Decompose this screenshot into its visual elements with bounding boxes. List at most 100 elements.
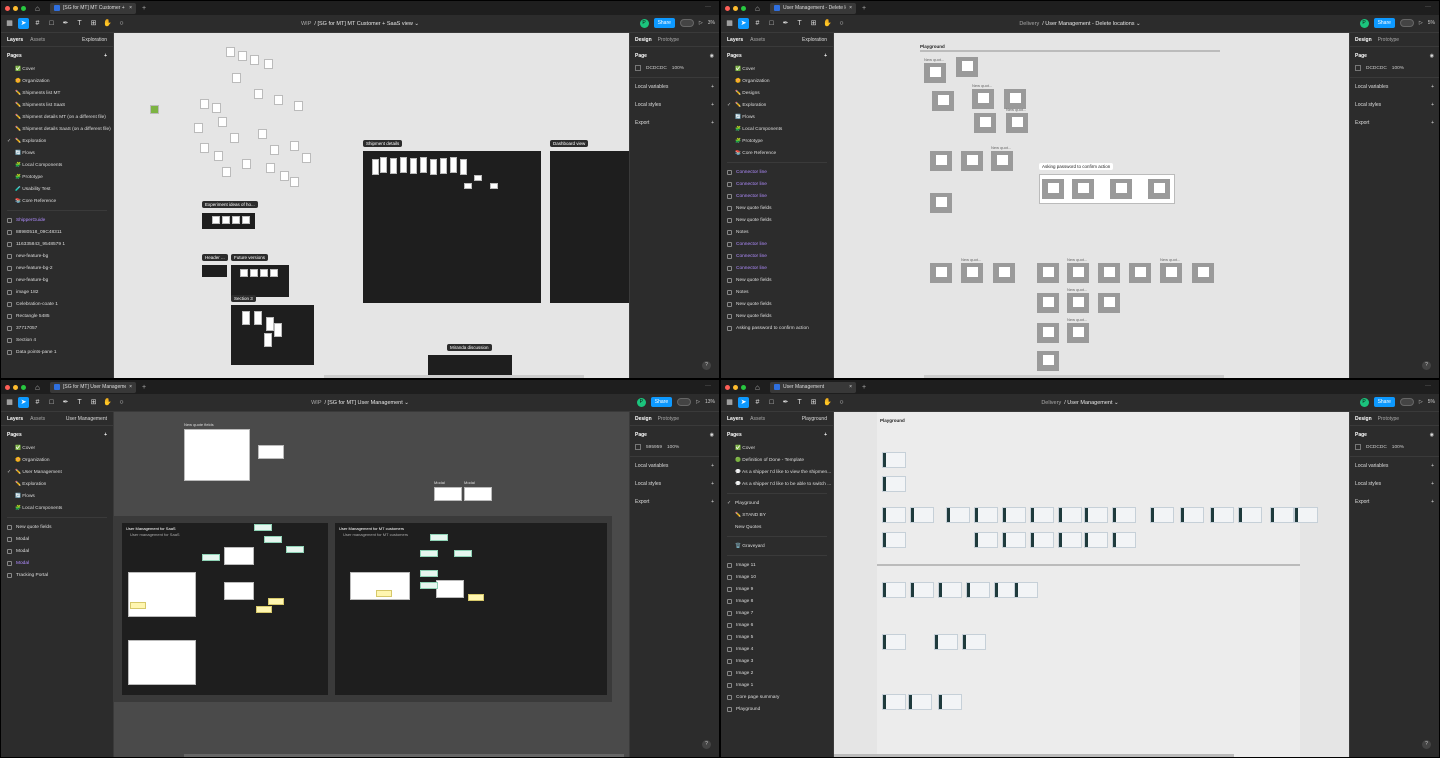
more-icon[interactable]: ··· — [1425, 4, 1431, 10]
move-tool-icon[interactable]: ➤ — [738, 18, 749, 29]
close-tab-icon[interactable]: × — [849, 384, 852, 390]
mockup-thumbnail[interactable] — [266, 163, 275, 173]
frame-tool-icon[interactable]: # — [32, 397, 43, 408]
plus-icon[interactable]: + — [1431, 120, 1434, 126]
page-item[interactable]: 🗑️ Graveyard — [721, 540, 833, 552]
quote-card[interactable] — [1006, 113, 1028, 133]
page-opacity[interactable]: 100% — [1392, 445, 1404, 450]
mockup-thumbnail[interactable] — [372, 159, 379, 175]
quote-card[interactable] — [961, 263, 983, 283]
mockup-thumbnail[interactable] — [290, 177, 299, 187]
text-tool-icon[interactable]: T — [74, 397, 85, 408]
dev-mode-toggle[interactable] — [679, 19, 694, 27]
tab-prototype[interactable]: Prototype — [658, 416, 679, 422]
image-thumbnail[interactable] — [150, 105, 159, 114]
tab-design[interactable]: Design — [1355, 416, 1372, 422]
screen-mockup[interactable] — [128, 640, 196, 685]
mockup-thumbnail[interactable] — [450, 157, 457, 173]
canvas[interactable]: Shipment details Dashboard view Experiment… — [114, 33, 629, 378]
frame-subtitle[interactable]: User management for SaaS — [130, 532, 180, 537]
layer-item[interactable]: Image 2 — [721, 667, 833, 679]
layer-item[interactable]: new-feature-bg — [1, 274, 113, 286]
hand-tool-icon[interactable]: ✋ — [102, 397, 113, 408]
divider-line[interactable] — [920, 50, 1220, 52]
help-icon[interactable]: ? — [1422, 361, 1431, 370]
mockup-thumbnail[interactable] — [254, 311, 262, 325]
frame-label[interactable]: Asking password to confirm action — [1039, 163, 1114, 170]
minimize-window-button[interactable] — [733, 5, 738, 11]
current-page-dropdown[interactable]: Exploration — [802, 37, 827, 43]
page-item[interactable]: New Quotes — [721, 521, 833, 533]
layer-item[interactable]: Image 3 — [721, 655, 833, 667]
page-item[interactable]: 🧩 Local Components — [1, 159, 113, 171]
project-name[interactable]: WIP — [301, 21, 311, 27]
layer-item[interactable]: Section 4 — [1, 334, 113, 346]
share-button[interactable]: Share — [650, 397, 673, 407]
layer-item[interactable]: Image 4 — [721, 643, 833, 655]
page-item[interactable]: ✅ Cover — [721, 442, 833, 454]
move-tool-icon[interactable]: ➤ — [18, 397, 29, 408]
page-color-row[interactable]: DCDCDC 100% — [1350, 65, 1439, 77]
plus-icon[interactable]: + — [711, 481, 714, 487]
share-button[interactable]: Share — [1373, 18, 1395, 28]
frame-dashboard-view[interactable] — [550, 151, 629, 303]
screen-mockup[interactable] — [934, 634, 958, 650]
panel-section[interactable]: Local variables + — [1350, 457, 1439, 475]
page-item[interactable]: Playground — [721, 497, 833, 509]
screen-mockup[interactable] — [938, 582, 962, 598]
mockup-thumbnail[interactable] — [274, 95, 283, 105]
close-tab-icon[interactable]: × — [129, 384, 132, 390]
mockup-thumbnail[interactable] — [232, 73, 241, 83]
home-icon[interactable]: ⌂ — [755, 4, 764, 13]
layer-item[interactable]: Connector line — [721, 262, 833, 274]
mockup-thumbnail[interactable] — [214, 151, 223, 161]
plus-icon[interactable]: + — [1431, 481, 1434, 487]
card-label[interactable]: New quot... — [1067, 317, 1087, 322]
quote-card[interactable] — [930, 151, 952, 171]
mockup-thumbnail[interactable] — [302, 153, 311, 163]
layer-item[interactable]: Rectangle 5485 — [1, 310, 113, 322]
home-icon[interactable]: ⌂ — [35, 4, 44, 13]
hand-tool-icon[interactable]: ✋ — [102, 18, 113, 29]
file-title[interactable]: User Management — [1067, 400, 1112, 406]
color-swatch[interactable] — [635, 444, 641, 450]
screen-mockup[interactable] — [1030, 532, 1054, 548]
resources-icon[interactable]: ⊞ — [88, 18, 99, 29]
mockup-thumbnail[interactable] — [400, 157, 407, 173]
file-title[interactable]: [SG for MT] User Management — [328, 400, 403, 406]
color-swatch[interactable] — [1355, 65, 1361, 71]
page-item[interactable]: ✏️ Exploration — [1, 135, 113, 147]
mockup-thumbnail[interactable] — [218, 117, 227, 127]
add-page-icon[interactable]: + — [824, 53, 827, 59]
play-icon[interactable]: ▷ — [1419, 399, 1423, 405]
mockup-thumbnail[interactable] — [240, 269, 248, 277]
quote-card[interactable] — [1129, 263, 1151, 283]
screen-mockup[interactable] — [882, 582, 906, 598]
frame-tool-icon[interactable]: # — [752, 397, 763, 408]
tab-assets[interactable]: Assets — [30, 37, 45, 43]
mockup-thumbnail[interactable] — [290, 141, 299, 151]
layer-item[interactable]: Core page summary — [721, 691, 833, 703]
file-tab[interactable]: User Management - Delete locations× — [770, 2, 856, 14]
plus-icon[interactable]: + — [711, 499, 714, 505]
comment-tool-icon[interactable]: ○ — [116, 397, 127, 408]
layer-item[interactable]: Connector line — [721, 238, 833, 250]
panel-section[interactable]: Local variables + — [1350, 78, 1439, 96]
layer-item[interactable]: Modal — [1, 533, 113, 545]
file-title[interactable]: User Management - Delete locations — [1045, 21, 1134, 27]
layer-item[interactable]: Notes — [721, 226, 833, 238]
page-opacity[interactable]: 100% — [667, 445, 679, 450]
layer-item[interactable]: New quote fields — [721, 298, 833, 310]
layer-item[interactable]: Image 5 — [721, 631, 833, 643]
page-color[interactable]: 595959 — [646, 445, 662, 450]
home-icon[interactable]: ⌂ — [755, 383, 764, 392]
plus-icon[interactable]: + — [711, 84, 714, 90]
layer-item[interactable]: New quote fields — [1, 521, 113, 533]
panel-section[interactable]: Local styles + — [1350, 475, 1439, 493]
mockup-thumbnail[interactable] — [194, 123, 203, 133]
layer-item[interactable]: new-feature-bg-2 — [1, 262, 113, 274]
text-tool-icon[interactable]: T — [794, 397, 805, 408]
new-tab-button[interactable]: + — [862, 5, 866, 12]
screen-mockup[interactable] — [1084, 532, 1108, 548]
more-icon[interactable]: ··· — [705, 383, 711, 389]
